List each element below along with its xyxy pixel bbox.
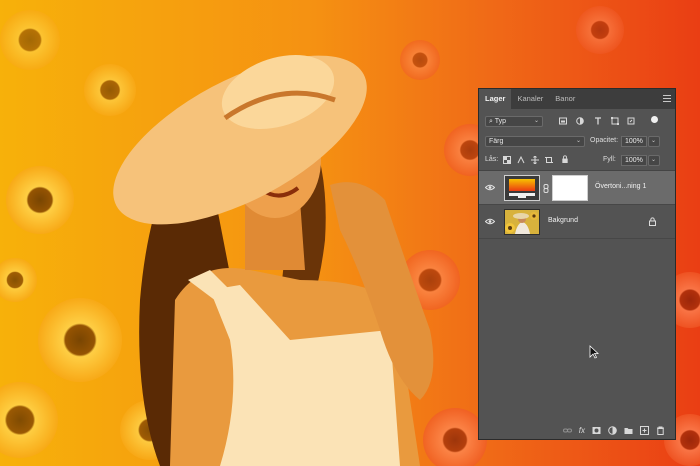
opacity-dropdown[interactable]: ⌄ [648, 136, 660, 147]
new-layer-icon[interactable] [640, 425, 649, 435]
lock-image-icon[interactable] [517, 156, 525, 164]
chevron-down-icon: ⌄ [650, 138, 656, 144]
visibility-eye-icon[interactable] [485, 218, 495, 225]
pixel-filter-icon[interactable] [559, 117, 567, 125]
layer-mask-thumbnail[interactable] [552, 175, 588, 201]
tab-layers[interactable]: Lager [479, 89, 512, 109]
layer-row-gradient-map[interactable]: Övertoni...ning 1 [479, 171, 675, 205]
chain-link-icon[interactable] [543, 184, 549, 193]
chevron-down-icon: ⌄ [575, 138, 581, 144]
smart-object-filter-icon[interactable] [627, 117, 635, 125]
trash-icon[interactable] [656, 426, 665, 435]
chevron-down-icon: ⌄ [650, 157, 656, 163]
lock-artboard-icon[interactable] [545, 156, 553, 164]
fill-dropdown[interactable]: ⌄ [648, 155, 660, 166]
layers-panel: Lager Kanaler Banor ⌕ Typ ⌄ Färg ⌄ Opaci… [478, 88, 676, 440]
visibility-eye-icon[interactable] [485, 184, 495, 191]
layer-name[interactable]: Bakgrund [548, 217, 578, 224]
fx-icon[interactable]: fx [579, 426, 585, 435]
mouse-cursor-icon [589, 345, 599, 359]
lock-position-icon[interactable] [531, 156, 539, 164]
chevron-down-icon: ⌄ [533, 118, 539, 124]
layer-name[interactable]: Övertoni...ning 1 [595, 183, 646, 190]
folder-icon[interactable] [624, 426, 633, 435]
lock-all-icon[interactable] [561, 155, 569, 163]
layers-bottom-bar: fx [479, 421, 675, 439]
adjustment-icon[interactable] [608, 425, 617, 435]
fill-label: Fyll: [603, 156, 616, 163]
opacity-field[interactable]: 100% [621, 136, 647, 147]
tab-paths[interactable]: Banor [549, 89, 581, 109]
fill-field[interactable]: 100% [621, 155, 647, 166]
link-icon[interactable] [562, 426, 572, 435]
blend-mode-value: Färg [489, 138, 504, 145]
adjustment-thumbnail[interactable] [504, 175, 540, 201]
type-filter-icon[interactable] [594, 117, 602, 125]
filter-toggle-icon[interactable] [651, 116, 658, 123]
opacity-label: Opacitet: [590, 137, 619, 144]
filter-label: Typ [494, 118, 507, 125]
shape-filter-icon[interactable] [611, 117, 619, 125]
adjustment-filter-icon[interactable] [576, 117, 584, 125]
lock-transparent-icon[interactable] [503, 156, 511, 164]
panel-tabs: Lager Kanaler Banor [479, 89, 675, 109]
search-icon: ⌕ [489, 118, 493, 125]
layer-row-background[interactable]: Bakgrund [479, 205, 675, 239]
panel-menu-icon[interactable] [663, 95, 671, 102]
gradient-stand [518, 196, 526, 198]
tab-channels[interactable]: Kanaler [511, 89, 549, 109]
blend-mode-dropdown[interactable]: Färg ⌄ [485, 136, 585, 147]
mask-icon[interactable] [592, 426, 601, 435]
layer-filter-dropdown[interactable]: ⌕ Typ ⌄ [485, 116, 543, 127]
background-thumbnail[interactable] [504, 209, 540, 235]
lock-icon [649, 217, 656, 226]
gradient-swatch [509, 179, 535, 191]
lock-label: Lås: [485, 156, 499, 163]
